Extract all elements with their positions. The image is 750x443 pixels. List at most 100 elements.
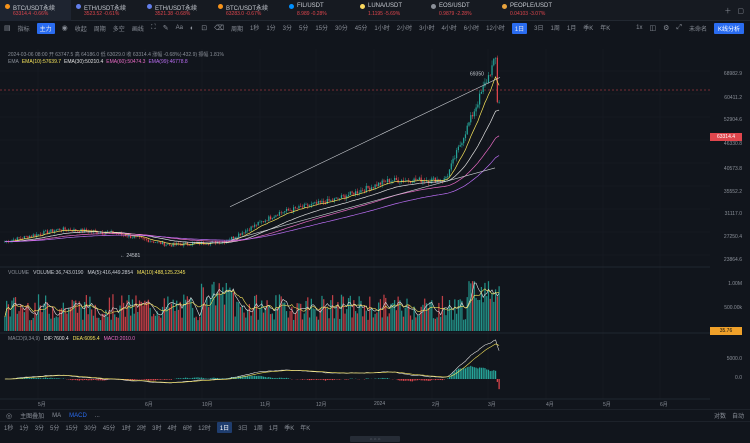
volume-bar xyxy=(177,309,180,331)
bottom-interval-option[interactable]: 30分 xyxy=(84,423,97,432)
bottom-interval-option[interactable]: 1时 xyxy=(121,423,130,432)
bottom-interval-option[interactable]: 3时 xyxy=(152,423,161,432)
symbol-tab[interactable]: BTC/USDT永续 63283.0 -0.67% xyxy=(213,0,284,21)
symbol-tab[interactable]: EOS/USDT 0.9879 -2.28% xyxy=(426,0,497,21)
overlay-icon[interactable]: ◎ xyxy=(6,412,12,420)
macd-histogram-bar xyxy=(239,376,242,379)
symbol-tab[interactable]: LUNA/USDT 1.1195 -5.69% xyxy=(355,0,426,21)
interval-option[interactable]: 3日 xyxy=(534,23,543,34)
bottom-interval-option[interactable]: 12时 xyxy=(198,423,211,432)
longshort-button[interactable]: 多空 xyxy=(113,24,125,33)
interval-option[interactable]: 1分 xyxy=(266,23,275,34)
bottom-interval-option[interactable]: 4时 xyxy=(167,423,176,432)
macd-histogram-bar xyxy=(181,378,183,379)
macd-histogram-bar xyxy=(85,379,87,381)
bottom-interval-option[interactable]: 年K xyxy=(300,423,310,432)
volume-bar xyxy=(181,317,183,331)
interval-option[interactable]: 1秒 xyxy=(250,23,259,34)
kline-analysis-button[interactable]: K线分析 xyxy=(713,22,744,34)
bottom-interval-option[interactable]: 5分 xyxy=(50,423,59,432)
lock-icon[interactable]: ⊡ xyxy=(201,24,207,32)
candle-body xyxy=(255,224,258,226)
indicator-button[interactable]: 指标 xyxy=(18,24,30,33)
macd-histogram-bar xyxy=(436,379,438,380)
symbol-tab[interactable]: PEOPLE/USDT 0.04103 -3.07% xyxy=(497,0,568,21)
draw-button[interactable]: 画线 xyxy=(132,24,144,33)
interval-option[interactable]: 3分 xyxy=(283,23,292,34)
trash-icon[interactable]: ⌫ xyxy=(214,24,224,32)
camera-icon[interactable]: ◫ xyxy=(649,24,656,32)
log-scale-button[interactable]: 对数 xyxy=(714,411,726,420)
bottom-interval-option[interactable]: 1周 xyxy=(254,423,263,432)
bottom-interval-option[interactable]: 15分 xyxy=(65,423,78,432)
candle-body xyxy=(482,86,484,93)
main-button[interactable]: 主力 xyxy=(36,22,55,34)
interval-option[interactable]: 2小时 xyxy=(397,23,412,34)
bottom-interval-option[interactable]: 1分 xyxy=(19,423,28,432)
chart-area[interactable]: 69350 ← 24581 2024-03-06 08:00 开 63747.5 … xyxy=(0,49,750,409)
interval-option[interactable]: 4小时 xyxy=(441,23,456,34)
bottom-interval-option[interactable]: 6时 xyxy=(183,423,192,432)
volume-bar xyxy=(245,317,247,331)
interval-option[interactable]: 季K xyxy=(583,23,593,34)
tool-icon[interactable]: ✎ xyxy=(163,24,169,32)
symbol-tab[interactable]: FIL/USDT 8.989 -0.28% xyxy=(284,0,355,21)
add-tab-icon[interactable]: ＋ xyxy=(724,6,731,16)
bottom-interval-option[interactable]: 1秒 xyxy=(4,423,13,432)
interval-option[interactable]: 1日 xyxy=(511,22,528,34)
price-chart[interactable]: 69350 ← 24581 xyxy=(0,49,750,409)
volume-bar xyxy=(99,320,102,331)
collapse-button[interactable]: 收起 xyxy=(75,24,87,33)
interval-option[interactable]: 45分 xyxy=(355,23,368,34)
volume-bar xyxy=(241,305,243,331)
period-label[interactable]: 周期 xyxy=(231,24,243,33)
interval-option[interactable]: 1月 xyxy=(567,23,576,34)
text-tool[interactable]: Aa xyxy=(176,25,183,31)
scroll-handle[interactable]: ⇔⇔⇔ xyxy=(350,436,400,442)
indicator-icon[interactable]: ▤ xyxy=(4,24,11,32)
bottom-interval-option[interactable]: 1月 xyxy=(269,423,278,432)
period-button[interactable]: 周期 xyxy=(94,24,106,33)
ma-button[interactable]: MA xyxy=(52,413,61,419)
symbol-tab[interactable]: ETH/USDT永续 3523.52 -0.61% xyxy=(71,0,142,21)
zoom-level[interactable]: 1x xyxy=(636,25,642,31)
fullscreen-icon[interactable]: ⛶ xyxy=(151,24,156,32)
gear-icon[interactable]: ⚙ xyxy=(663,24,669,32)
signal-icon[interactable]: ◉ xyxy=(62,24,68,32)
expand-icon[interactable]: ⤢ xyxy=(676,24,682,32)
bottom-interval-option[interactable]: 3分 xyxy=(35,423,44,432)
eye-icon[interactable]: ◐ xyxy=(190,25,194,32)
volume-tag: 35.76 xyxy=(710,327,742,335)
interval-option[interactable]: 5分 xyxy=(299,23,308,34)
bottom-interval-option[interactable]: 季K xyxy=(284,423,294,432)
candle-body xyxy=(36,234,38,237)
interval-option[interactable]: 12小时 xyxy=(486,23,505,34)
interval-option[interactable]: 1周 xyxy=(551,23,560,34)
macd-histogram-bar xyxy=(278,377,281,379)
bottom-interval-option[interactable]: 2时 xyxy=(137,423,146,432)
symbol-tab[interactable]: BTC/USDT永续 63314.4 -0.66% xyxy=(0,0,71,21)
bottom-interval-option[interactable]: 45分 xyxy=(103,423,116,432)
interval-option[interactable]: 3小时 xyxy=(419,23,434,34)
candle-body xyxy=(234,237,236,239)
candle-body xyxy=(45,230,47,232)
bottom-interval-option[interactable]: 1日 xyxy=(216,422,233,433)
volume-bar xyxy=(307,297,309,331)
more-indicators-button[interactable]: ... xyxy=(95,413,100,419)
overlay-button[interactable]: 主图叠加 xyxy=(20,411,44,420)
macd-histogram-bar xyxy=(464,368,467,379)
tab-price: 3521.38 -0.68% xyxy=(155,11,191,17)
interval-option[interactable]: 1小时 xyxy=(374,23,389,34)
layout-name[interactable]: 未命名 xyxy=(689,24,707,33)
bottom-interval-option[interactable]: 3日 xyxy=(238,423,247,432)
volume-bar xyxy=(34,302,36,331)
window-icon[interactable]: ▢ xyxy=(737,7,744,15)
interval-option[interactable]: 年K xyxy=(600,23,610,34)
candle-body xyxy=(52,229,54,233)
auto-scale-button[interactable]: 自动 xyxy=(732,411,744,420)
interval-option[interactable]: 6小时 xyxy=(464,23,479,34)
macd-button[interactable]: MACD xyxy=(69,413,87,419)
interval-option[interactable]: 30分 xyxy=(335,23,348,34)
interval-option[interactable]: 15分 xyxy=(315,23,328,34)
symbol-tab[interactable]: ETH/USDT永续 3521.38 -0.68% xyxy=(142,0,213,21)
